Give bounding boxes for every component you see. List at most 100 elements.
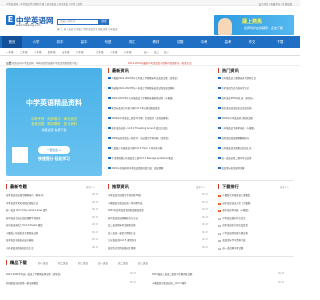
list-item[interactable]: 高二英语期末考试模拟试卷 <box>108 223 194 227</box>
notice-text[interactable]: 欢迎访问中学英语网，本网站提供海量中学英语资源免费下载！ <box>12 61 79 65</box>
nav-item[interactable]: 高考 <box>218 36 238 48</box>
list-item[interactable]: 2022届高考英语一轮复习：语法填空专项训练（含答案） <box>108 136 212 140</box>
list-item[interactable]: 英语音标发音规则详解 <box>218 166 296 170</box>
nav-item[interactable]: 中考 <box>194 36 214 48</box>
section-marker <box>218 184 219 189</box>
list-item[interactable]: 英语作文常用高级词汇替换 <box>108 246 194 250</box>
list-item[interactable]: 外研版2021-2022学年八年级上学期期末英语试卷及答案解析 <box>108 86 212 90</box>
promo-banner[interactable]: 中学英语精品资料 中考专项 · 同步练习 · 单元测试 名校试卷 · 期中期末 … <box>6 68 102 176</box>
subnav-item[interactable]: 八年级 <box>110 50 118 54</box>
list-item[interactable]: 1 人教版七年级英语上册教案 <box>218 193 296 197</box>
resource-tab[interactable]: 初三英语 <box>78 261 88 265</box>
nav-item[interactable]: 教材 <box>146 36 166 48</box>
nav-item[interactable]: 作文 <box>242 36 262 48</box>
ranking-list: 1 人教版七年级英语上册教案 2 高中英语语法大全（完整版） 3 初中英语单词表（人教… <box>218 193 296 253</box>
list-item[interactable]: 九年级英语全册重点短语汇总 <box>218 146 296 150</box>
list-item-text: 九年级英语全册重点短语汇总 <box>221 147 252 150</box>
list-item[interactable]: 2022年中考英语二轮复习专题：完形填空（含答案解析） <box>108 116 212 120</box>
list-item[interactable]: 2022年中考英语听力模拟试题 <box>218 116 296 120</box>
subnav-item[interactable]: 五年级 <box>62 50 70 54</box>
subnav-item[interactable]: 九年级 <box>124 50 132 54</box>
list-item[interactable]: 人教版八年级英语下册期末试卷 <box>6 231 86 235</box>
subnav-item[interactable]: 高一 <box>144 50 149 54</box>
notice-label: 公告 <box>6 60 12 65</box>
resource-tab[interactable]: 高三英语 <box>138 261 148 265</box>
list-item[interactable]: 8 高一英语期中考试题 <box>218 246 296 250</box>
list-item[interactable]: 小升初英语衔接知识点汇总 <box>6 246 86 250</box>
nav-item[interactable]: 高中 <box>74 36 94 48</box>
resource-tab[interactable]: 初二英语 <box>58 261 68 265</box>
nav-item[interactable]: 词汇 <box>122 36 142 48</box>
list-item[interactable]: 高考英语语法填空解题技巧（附练习） <box>6 193 86 197</box>
subnav-item[interactable]: 二年级 <box>20 50 28 54</box>
list-item[interactable]: 人教版2021-2022学年七年级上学期期末考试英语试卷（含答案） <box>108 76 212 80</box>
list-item[interactable]: 高中英语选修六Unit 2 Poems 教案 <box>6 223 86 227</box>
nav-item[interactable]: 句型 <box>98 36 118 48</box>
list-item[interactable]: 中考英语常考短语固定搭配汇总 <box>6 201 86 205</box>
list-item[interactable]: 八年级英语下册单词表（人教版） <box>218 126 296 130</box>
resource-tab[interactable]: 高一英语 <box>98 261 108 265</box>
subnav-item[interactable]: 六年级 <box>76 50 84 54</box>
list-item[interactable]: 初中英语语法知识点总结归纳 <box>218 106 296 110</box>
list-item[interactable]: 人教版高中英语必修一单词默写表 <box>108 201 194 205</box>
top-bar-links[interactable]: 设为首页 | 收藏本站 | 在线投稿 <box>259 2 292 6</box>
latest-title: 最新资讯 <box>112 67 129 73</box>
list-item[interactable]: 2021-2022学年九年级英语上学期期末模拟测试卷（人教版） <box>108 96 212 100</box>
list-item[interactable]: 高考英语书面表达高分模板 <box>6 238 86 242</box>
list-item[interactable]: 2021年全国各地中考英语真题分类汇编：阅读理解 <box>108 166 212 170</box>
list-item[interactable]: 高考英语阅读理解解题技巧 <box>218 136 296 140</box>
list-item[interactable]: 外研版英语必修第一册全册教案 <box>6 281 124 285</box>
list-item[interactable]: 7 英语音标学习资料下载 <box>218 238 296 242</box>
list-item[interactable]: 牛津译林版九年级英语上册Unit 3 Teenage problems 教案 <box>108 156 212 160</box>
list-item[interactable]: 初中英语七选五阅读理解专项训练 <box>6 216 86 220</box>
list-item[interactable]: 中考英语作文万能句型大全 <box>218 86 296 90</box>
list-item[interactable]: 新目标英语七年级下册Unit 1单元测试题及答案 <box>108 106 212 110</box>
ranking-more-link[interactable]: 更多>> <box>280 185 289 189</box>
list-item[interactable]: 2021-2022学年高一英语上学期期末测试卷（含答案） <box>6 272 124 276</box>
list-item[interactable]: 2022年高考英语全国卷真题及答案 <box>108 208 194 212</box>
list-item[interactable]: 5 高考英语听力原文及答案 <box>218 223 296 227</box>
nav-item[interactable]: 下载 <box>270 36 290 48</box>
logo-icon[interactable]: E <box>6 15 15 25</box>
list-item[interactable]: 3 初中英语单词表（人教版） <box>218 208 296 212</box>
subnav-item[interactable]: 高三 <box>164 50 169 54</box>
list-item[interactable]: 七年级英语上册期末复习资料汇总 <box>218 76 296 80</box>
list-item[interactable]: 初一英语 Unit 1 My name's Gina 课件 <box>6 208 86 212</box>
list-item[interactable]: 2 高中英语语法大全（完整版） <box>218 201 296 205</box>
ad-banner[interactable]: 謹上燕馬 名师同步在线辅导 · 点击了解 <box>214 15 294 35</box>
notice-text-highlight[interactable]: 2021-2022年最新中考英语复习资料持续更新中，敬请关注！ <box>128 61 194 65</box>
list-item-date: 06-17 <box>92 245 99 249</box>
list-item[interactable]: 2021届高三英语二轮复习专题训练试题 <box>152 272 272 276</box>
list-item[interactable]: 九年级英语Unit 5 课堂练习 <box>108 238 194 242</box>
nav-item[interactable]: 小学 <box>26 36 46 48</box>
nav-item[interactable]: 初中 <box>50 36 70 48</box>
list-item[interactable]: 6 小学英语四年级下册试卷 <box>218 231 296 235</box>
subnav-item[interactable]: 七年级 <box>96 50 104 54</box>
list-item[interactable]: 初中英语阅读理解技巧与方法 <box>108 216 194 220</box>
subnav-item[interactable]: 一年级 <box>6 50 14 54</box>
list-item[interactable]: 高中英语必修一Unit 2 Travelling Around 知识点总结 <box>108 126 212 130</box>
ranking-title: 下载排行 <box>222 183 239 189</box>
resource-tab[interactable]: 初一英语 <box>38 261 48 265</box>
nav-item-home[interactable]: 首页 <box>2 36 22 48</box>
list-item[interactable]: 高一英语必修二期中考试试卷 <box>218 156 296 160</box>
list-item[interactable]: 人教版高中英语必修二Unit 1课件 <box>152 281 272 285</box>
subnav-item[interactable]: 四年级 <box>48 50 56 54</box>
list-item[interactable]: 高中英语3500词汇表（带音标） <box>218 96 296 100</box>
list-item[interactable]: 仁爱版八年级英语下册Unit 5 Topic 1 同步练习题 <box>108 146 212 150</box>
subnav-item[interactable]: 高二 <box>154 50 159 54</box>
list-item-date: 06-17 <box>202 200 209 204</box>
list-item[interactable]: 4 中考英语满分作文范文 <box>218 216 296 220</box>
nav-item[interactable]: 试题 <box>170 36 190 48</box>
search-input[interactable]: 请输入搜索词 <box>57 19 99 25</box>
subnav-item[interactable]: 三年级 <box>34 50 42 54</box>
search-button[interactable]: 搜索 <box>99 19 109 25</box>
list-item[interactable]: 中考英语完形填空专项训练50篇 <box>108 193 194 197</box>
promo-button[interactable]: 一键直达 → <box>38 146 70 154</box>
hot-search-words[interactable]: 热门：初一英语 七年级上学期 英语作文 期末试卷 中考英语 <box>57 27 117 31</box>
recommend-more-link[interactable]: 更多>> <box>86 185 95 189</box>
featured-more-link[interactable]: 更多>> <box>196 185 205 189</box>
list-item[interactable]: 高三英语一轮复习资料汇总 <box>108 231 194 235</box>
resource-tab[interactable]: 高二英语 <box>118 261 128 265</box>
bullet-icon <box>218 146 221 149</box>
